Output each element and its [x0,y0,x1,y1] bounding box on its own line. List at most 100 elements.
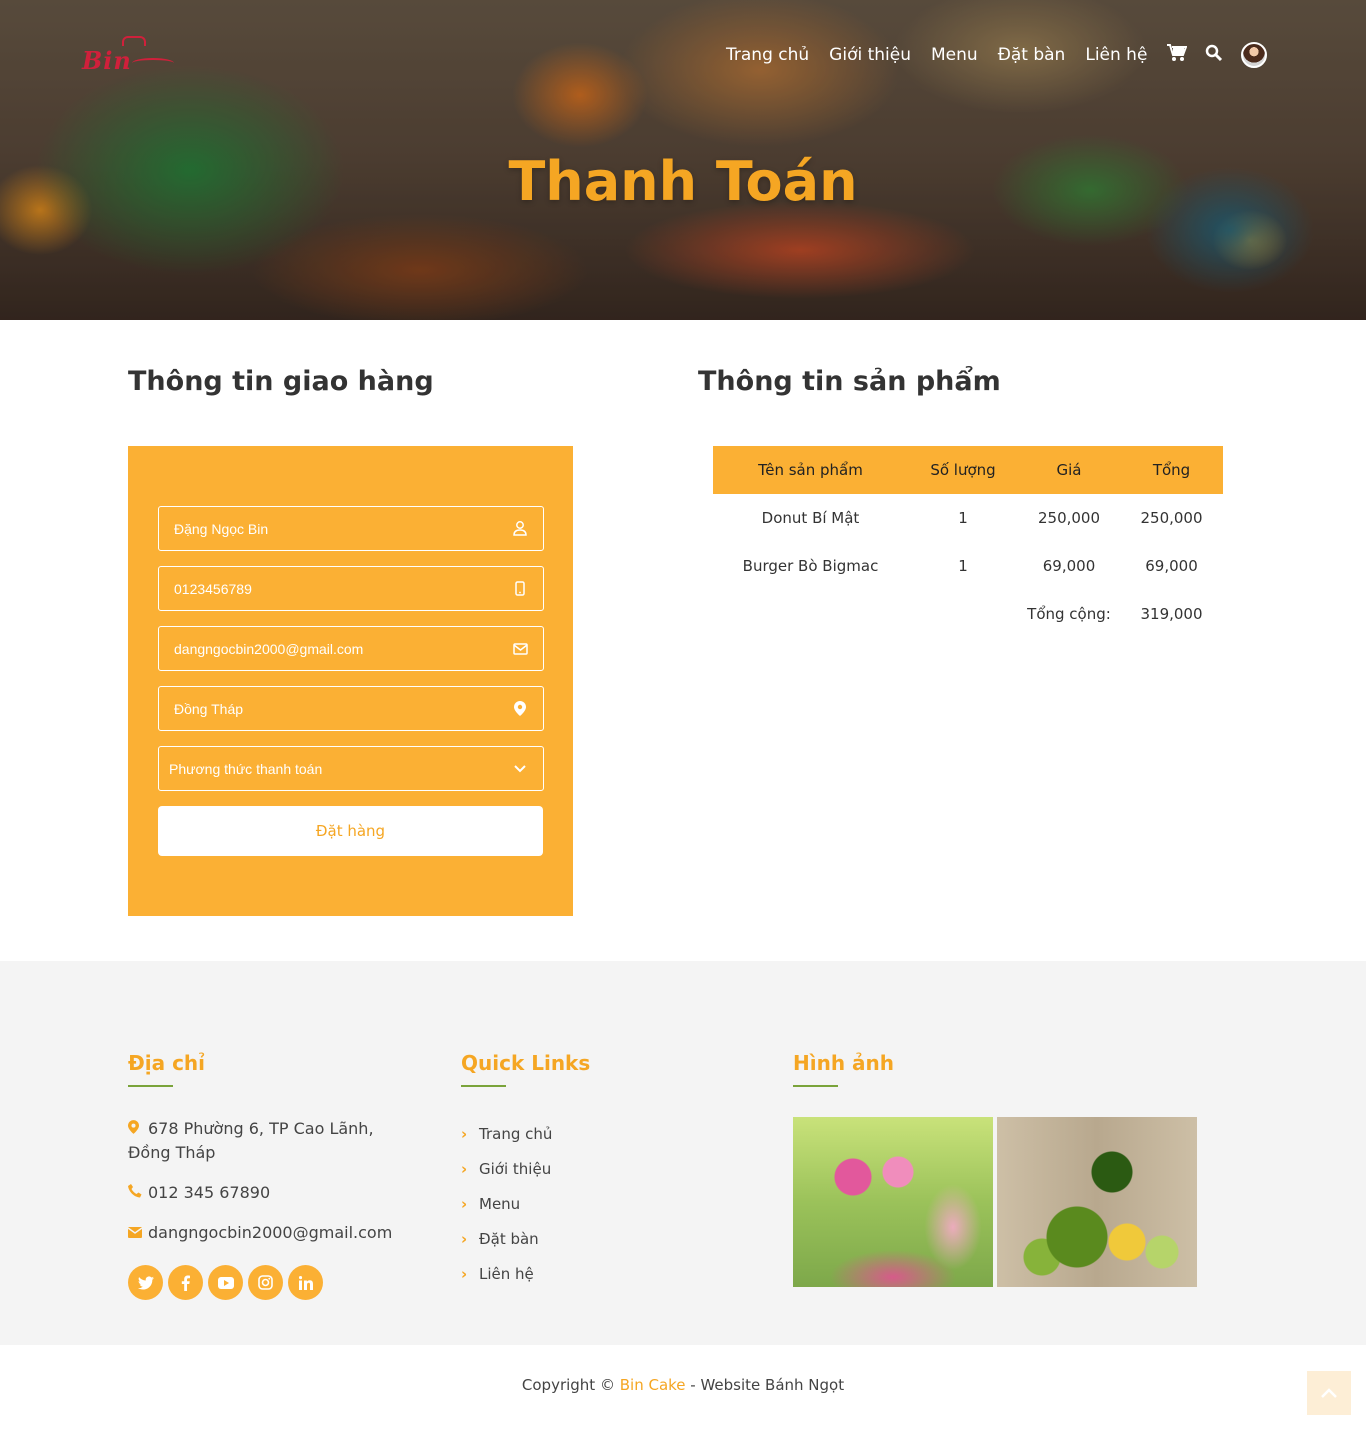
social-links [128,1265,323,1300]
back-to-top-button[interactable] [1307,1371,1351,1415]
grand-total-value: 319,000 [1140,605,1203,623]
instagram-icon[interactable] [248,1265,283,1300]
quick-link-about[interactable]: › Giới thiệu [461,1151,552,1186]
copyright: Copyright © Bin Cake - Website Bánh Ngọt [0,1376,1366,1394]
product-price: 250,000 [1037,509,1101,527]
nav-home[interactable]: Trang chủ [726,42,809,68]
table-header-row: Tên sản phẩm Số lượng Giá Tổng [713,446,1223,494]
envelope-icon [127,1221,148,1245]
chevron-right-icon: › [461,1194,468,1213]
cart-icon[interactable] [1167,43,1188,67]
twitter-icon[interactable] [128,1265,163,1300]
quick-link-home[interactable]: › Trang chủ [461,1116,552,1151]
place-order-button[interactable]: Đặt hàng [158,806,543,856]
product-total: 69,000 [1145,557,1198,575]
copyright-prefix: Copyright © [521,1376,620,1394]
gallery-image-drinks-flowers[interactable] [793,1117,993,1287]
footer: Địa chỉ Quick Links Hình ảnh 678 Phường … [0,961,1366,1345]
footer-email: dangngocbin2000@gmail.com [127,1221,428,1245]
copyright-suffix: - Website Bánh Ngọt [685,1376,845,1394]
user-icon [512,521,528,537]
chevron-down-icon [512,761,528,777]
column-header-name: Tên sản phẩm [713,446,908,494]
quick-link-label: Giới thiệu [479,1159,552,1178]
logo-swirl-icon [132,58,174,68]
address-field[interactable]: Đồng Tháp [158,686,544,731]
chevron-right-icon: › [461,1229,468,1248]
footer-email-text: dangngocbin2000@gmail.com [148,1223,393,1242]
footer-phone-text: 012 345 67890 [148,1183,271,1202]
address-heading-text: Địa chỉ [128,1051,206,1075]
heading-underline [128,1085,173,1087]
phone-value: 0123456789 [174,580,252,597]
product-table: Tên sản phẩm Số lượng Giá Tổng Donut Bí … [713,446,1223,638]
quick-links-heading: Quick Links [461,1051,591,1087]
chevron-right-icon: › [461,1159,468,1178]
footer-phone: 012 345 67890 [128,1181,428,1205]
products-title: Thông tin sản phẩm [698,366,1001,397]
copyright-brand-link[interactable]: Bin Cake [620,1376,686,1394]
footer-gallery [793,1117,1197,1287]
quick-link-label: Trang chủ [479,1124,553,1143]
email-value: dangngocbin2000@gmail.com [174,640,364,657]
main-nav: Trang chủ Giới thiệu Menu Đặt bàn Liên h… [726,42,1268,68]
facebook-icon[interactable] [168,1265,203,1300]
nav-about[interactable]: Giới thiệu [829,42,911,68]
quick-link-contact[interactable]: › Liên hệ [461,1256,552,1291]
product-name: Donut Bí Mật [761,509,860,527]
column-header-price: Giá [1018,446,1120,494]
page-title: Thanh Toán [508,150,858,213]
email-field[interactable]: dangngocbin2000@gmail.com [158,626,544,671]
mobile-icon [512,581,528,597]
payment-method-value: Phương thức thanh toán [169,760,323,777]
quick-link-booking[interactable]: › Đặt bàn [461,1221,552,1256]
site-logo[interactable]: Bin [80,36,176,80]
name-field[interactable]: Đặng Ngọc Bin [158,506,544,551]
logo-crown-icon [122,36,146,46]
table-row: Donut Bí Mật 1 250,000 250,000 [713,494,1223,542]
product-quantity: 1 [958,557,968,575]
chevron-right-icon: › [461,1264,468,1283]
quick-link-label: Liên hệ [479,1264,534,1283]
envelope-icon [512,641,528,657]
map-pin-icon [512,701,528,717]
table-row: Burger Bò Bigmac 1 69,000 69,000 [713,542,1223,590]
grand-total-row: Tổng cộng: 319,000 [713,590,1223,638]
quick-link-label: Menu [479,1194,521,1213]
gallery-image-green-juice[interactable] [997,1117,1197,1287]
gallery-heading: Hình ảnh [793,1051,895,1087]
avatar[interactable] [1241,42,1268,68]
address-value: Đồng Tháp [174,700,244,717]
name-value: Đặng Ngọc Bin [174,520,269,537]
grand-total-label: Tổng cộng: [1027,605,1111,623]
nav-contact[interactable]: Liên hệ [1085,42,1147,68]
empty-cell [713,590,908,638]
product-name: Burger Bò Bigmac [742,557,879,575]
map-pin-icon [128,1117,148,1141]
product-quantity: 1 [958,509,968,527]
address-heading: Địa chỉ [128,1051,206,1087]
shipping-form: Đặng Ngọc Bin 0123456789 dangngocbin2000… [128,446,573,916]
gallery-heading-text: Hình ảnh [793,1051,895,1075]
column-header-total: Tổng [1120,446,1223,494]
search-icon[interactable] [1205,44,1223,67]
hero-banner: Bin Trang chủ Giới thiệu Menu Đặt bàn Li… [0,0,1366,320]
quick-links-list: › Trang chủ › Giới thiệu › Menu › Đặt bàn › L… [461,1116,552,1291]
phone-field[interactable]: 0123456789 [158,566,544,611]
column-header-quantity: Số lượng [908,446,1018,494]
nav-booking[interactable]: Đặt bàn [998,42,1066,68]
chevron-up-icon [1321,1388,1337,1398]
heading-underline [793,1085,838,1087]
nav-menu[interactable]: Menu [931,42,978,68]
youtube-icon[interactable] [208,1265,243,1300]
chevron-right-icon: › [461,1124,468,1143]
quick-links-heading-text: Quick Links [461,1051,591,1075]
quick-link-menu[interactable]: › Menu [461,1186,552,1221]
product-price: 69,000 [1042,557,1096,575]
linkedin-icon[interactable] [288,1265,323,1300]
logo-text: Bin [82,46,132,75]
quick-link-label: Đặt bàn [479,1229,539,1248]
payment-method-select[interactable]: Phương thức thanh toán [158,746,544,791]
phone-icon [128,1181,148,1205]
footer-address: 678 Phường 6, TP Cao Lãnh, Đồng Tháp [128,1117,418,1165]
